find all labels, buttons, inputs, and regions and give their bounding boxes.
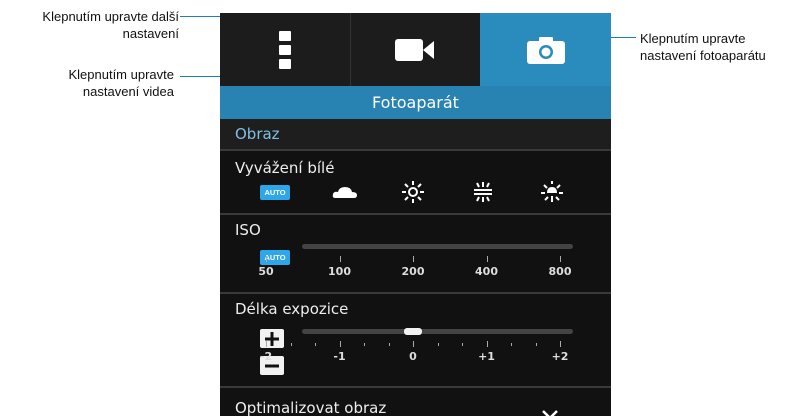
white-balance-incandescent-button[interactable]: [539, 181, 565, 203]
scale-tick-label: 800: [548, 265, 572, 278]
scale-tick-label: +2: [551, 350, 569, 363]
callout-camera-line1: Klepnutím upravte: [640, 31, 746, 46]
scale-tick-label: 400: [475, 265, 498, 278]
exposure-slider-thumb[interactable]: [404, 328, 422, 335]
tab-more-settings[interactable]: [220, 13, 350, 86]
scale-tick-label: 0: [409, 350, 417, 363]
scale-tick-label: 200: [401, 265, 425, 278]
scale-tick: [486, 256, 488, 262]
scale-tick: [560, 256, 561, 262]
iso-label: ISO: [235, 221, 261, 239]
callout-more-line2: nastavení: [122, 26, 179, 41]
scale-tick: [266, 341, 267, 347]
iso-slider-track[interactable]: [302, 244, 573, 249]
scale-tick-label: +1: [478, 350, 495, 363]
scale-minor-tick: [511, 343, 512, 346]
divider: [220, 292, 611, 294]
optimize-image-label: Optimalizovat obraz: [235, 399, 387, 416]
scale-minor-tick: [364, 343, 365, 346]
white-balance-fluorescent-button[interactable]: [470, 181, 496, 203]
scale-tick-label: -2: [259, 350, 273, 363]
scale-tick-label: -1: [333, 350, 346, 363]
scale-tick: [339, 256, 341, 262]
scale-tick: [339, 341, 341, 347]
callout-video-line1: Klepnutím upravte: [68, 67, 174, 82]
scale-tick-label: 50: [258, 265, 274, 278]
chevron-down-icon[interactable]: [542, 410, 558, 416]
scale-minor-tick: [462, 343, 463, 346]
callout-more-settings: Klepnutím upravte další nastavení: [42, 8, 179, 42]
video-camera-icon: [395, 38, 434, 61]
scale-tick: [413, 256, 414, 262]
callout-video-settings: Klepnutím upravte nastavení videa: [68, 66, 174, 100]
sunny-icon: [402, 181, 424, 203]
exposure-increase-button[interactable]: [260, 329, 284, 348]
exposure-slider-track[interactable]: [302, 329, 573, 334]
cloudy-icon: [332, 187, 357, 198]
exposure-label: Délka expozice: [235, 300, 349, 318]
scale-tick-label: 100: [328, 265, 351, 278]
white-balance-label: Vyvážení bílé: [235, 159, 335, 177]
tab-bar: [220, 13, 611, 86]
scale-tick: [560, 341, 561, 347]
camera-icon: [526, 36, 565, 64]
white-balance-auto-button[interactable]: AUTO: [260, 185, 290, 200]
scale-minor-tick: [290, 343, 292, 346]
tab-video-settings[interactable]: [350, 13, 480, 86]
tab-camera-settings[interactable]: [480, 13, 611, 86]
page-title: Fotoaparát: [220, 86, 611, 119]
iso-auto-button[interactable]: AUTO: [260, 250, 290, 265]
scale-tick: [413, 341, 414, 347]
callout-camera-line2: nastavení fotoaparátu: [640, 48, 766, 63]
scale-minor-tick: [388, 343, 390, 346]
scale-tick: [486, 341, 488, 347]
divider: [220, 213, 611, 215]
white-balance-cloudy-button[interactable]: [332, 181, 358, 203]
scale-minor-tick: [437, 343, 439, 346]
camera-settings-screen: Fotoaparát Obraz Vyvážení bílé AUTO ISO …: [220, 13, 611, 416]
divider: [220, 149, 611, 151]
callout-camera-settings: Klepnutím upravte nastavení fotoaparátu: [640, 30, 766, 64]
white-balance-sunny-button[interactable]: [400, 181, 426, 203]
callout-more-line1: Klepnutím upravte další: [42, 9, 179, 24]
section-header-obraz: Obraz: [220, 119, 611, 149]
plus-icon: [265, 331, 279, 346]
divider: [220, 386, 611, 388]
section-title: Obraz: [235, 125, 280, 143]
scale-minor-tick: [315, 343, 316, 346]
scale-minor-tick: [535, 343, 537, 346]
scale-tick: [266, 256, 267, 262]
more-vertical-icon: [279, 30, 291, 69]
callout-video-line2: nastavení videa: [82, 84, 174, 99]
fluorescent-icon: [474, 182, 492, 202]
incandescent-icon: [541, 181, 563, 202]
